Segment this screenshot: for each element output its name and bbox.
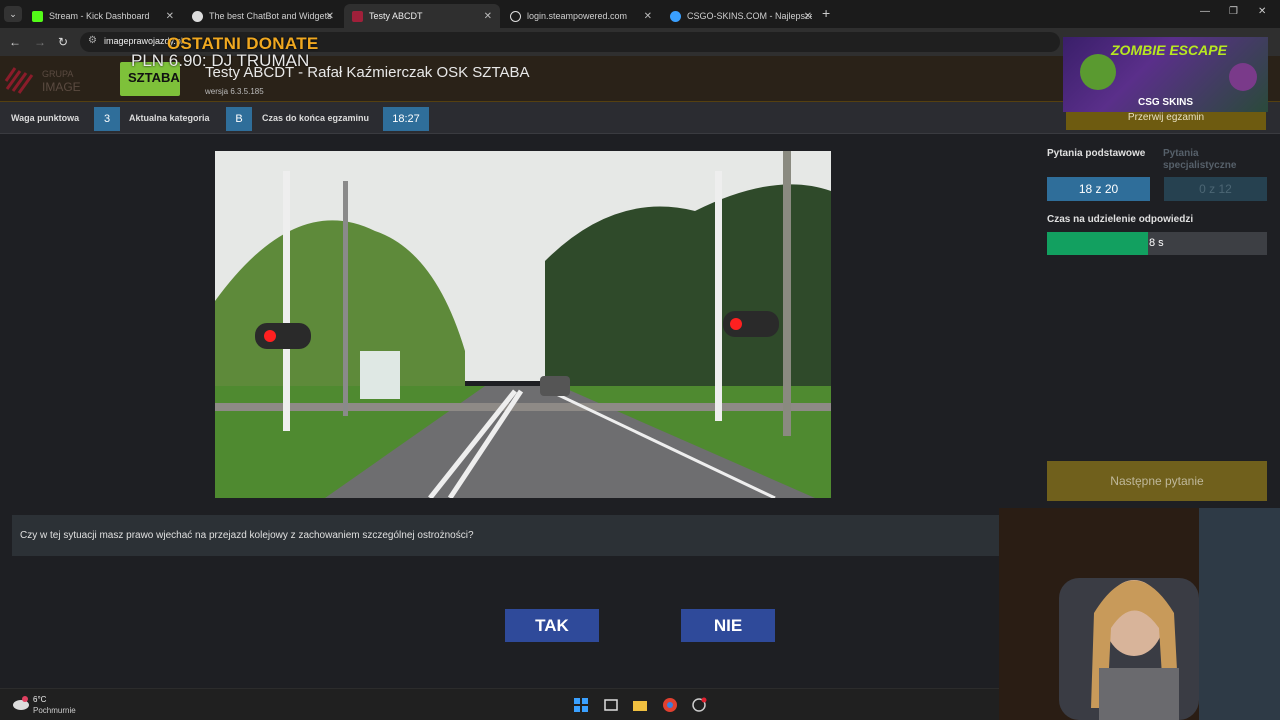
webcam-feed [999,508,1280,720]
windows-start-icon[interactable] [573,697,589,713]
version-text: wersja 6.3.5.185 [205,87,264,96]
maximize-icon[interactable]: ❐ [1229,6,1238,17]
rail-crossing [215,403,831,411]
weather-description: Pochmurnie [33,706,76,715]
browser-tab-strip: ⌄ Stream - Kick Dashboard ✕ The best Cha… [0,0,1280,28]
file-explorer-icon[interactable] [632,697,648,713]
time-label: Czas do końca egzaminu [262,113,370,123]
car [540,376,570,396]
tab-title: Testy ABCDT [369,11,423,21]
site-info-icon[interactable]: ⚙ [88,35,97,46]
chrome-icon[interactable] [662,697,678,713]
barrier-pole-right [715,171,722,421]
tab-list-button[interactable]: ⌄ [4,6,22,22]
category-value: B [226,107,252,131]
tab-chatbot[interactable]: The best ChatBot and Widgets ✕ [184,4,342,28]
close-icon[interactable]: ✕ [166,11,174,22]
answer-time-value: 8 s [1149,237,1164,249]
zombie-escape-ad: ZOMBIE ESCAPE CSG SKINS [1063,37,1268,112]
answer-no-button[interactable]: NIE [681,609,775,642]
grupa-image-logo: GRUPA IMAGE [4,67,81,94]
forward-icon[interactable]: → [34,35,46,49]
lamp-post [343,181,348,416]
cloud-icon[interactable] [12,694,30,712]
minimize-icon[interactable]: — [1200,6,1210,17]
special-questions-label: Pytania specjalistyczne [1163,148,1237,171]
answer-yes-button[interactable]: TAK [505,609,599,642]
answer-time-bar-fill [1047,232,1148,255]
red-light-right [730,318,742,330]
ad-brand: CSG SKINS [1137,97,1193,108]
basic-questions-label: Pytania podstawowe [1047,148,1146,159]
signal-left [255,323,311,349]
shield-icon [192,10,203,22]
booth [360,351,400,399]
barrier-pole-left [283,171,290,431]
tab-testy-abcdt[interactable]: Testy ABCDT ✕ [344,4,500,28]
tab-csgo-skins[interactable]: CSGO-SKINS.COM - Najlepsze ✕ [662,4,820,28]
utility-pole [783,151,791,436]
grupa-logo-text: GRUPA [42,69,73,79]
abort-exam-button[interactable]: Przerwij egzamin [1066,110,1266,130]
basic-count: 18 z 20 [1047,177,1150,201]
webcam-overlay [999,508,1280,720]
tab-title: CSGO-SKINS.COM - Najlepsze [687,11,812,21]
globe-icon [510,10,521,22]
window-close-icon[interactable]: ✕ [1258,6,1266,17]
weight-value: 3 [94,107,120,131]
weight-label: Waga punktowa [11,113,80,123]
weather-temperature: 6°C [33,695,47,704]
logo-text: SZTABA [128,70,180,85]
donate-amount: PLN 6.90: DJ TRUMAN [131,51,310,70]
category-label: Aktualna kategoria [129,113,210,123]
tab-title: Stream - Kick Dashboard [49,11,150,21]
kick-icon [32,10,43,22]
question-photo [215,151,831,498]
tab-steam-login[interactable]: login.steampowered.com ✕ [502,4,660,28]
taskbar: 6°C Pochmurnie [0,688,999,720]
close-icon[interactable]: ✕ [644,11,652,22]
tab-title: The best ChatBot and Widgets [209,11,332,21]
question-box: Czy w tej sytuacji masz prawo wjechać na… [12,515,1002,556]
close-icon[interactable]: ✕ [326,11,334,22]
image-logo-icon [352,10,363,22]
question-text: Czy w tej sytuacji masz prawo wjechać na… [20,530,474,541]
reload-icon[interactable]: ↻ [58,35,68,49]
red-light-left [264,330,276,342]
close-icon[interactable]: ✕ [804,11,812,22]
zombie-artwork [1080,54,1257,91]
tab-title: login.steampowered.com [527,11,628,21]
next-question-button[interactable]: Następne pytanie [1047,461,1267,501]
new-tab-button[interactable]: + [822,5,830,21]
app-icon[interactable] [691,697,707,713]
close-icon[interactable]: ✕ [484,11,492,22]
time-remaining-value: 18:27 [383,107,429,131]
special-count: 0 z 12 [1164,177,1267,201]
tab-kick-dashboard[interactable]: Stream - Kick Dashboard ✕ [24,4,182,28]
task-view-icon[interactable] [603,697,619,713]
answer-time-label: Czas na udzielenie odpowiedzi [1047,214,1194,225]
csgo-skins-icon [670,10,681,22]
svg-text:IMAGE: IMAGE [42,80,81,94]
back-icon[interactable]: ← [9,35,21,49]
